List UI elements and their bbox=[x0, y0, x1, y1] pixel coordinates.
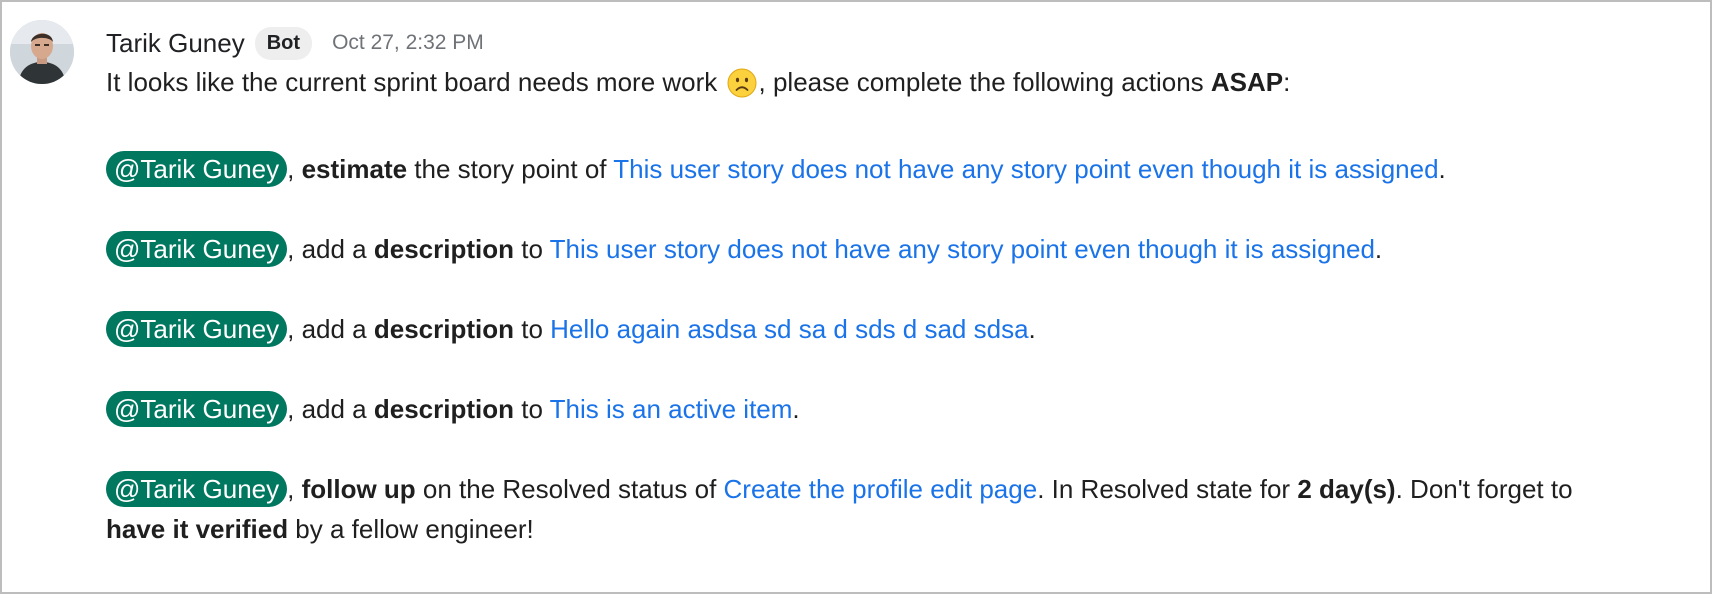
message-content: Tarik Guney Bot Oct 27, 2:32 PM It looks… bbox=[106, 24, 1694, 549]
story-link[interactable]: This user story does not have any story … bbox=[550, 234, 1375, 264]
action-item: @Tarik Guney, add a description to Hello… bbox=[106, 309, 1694, 349]
chat-message-card: Tarik Guney Bot Oct 27, 2:32 PM It looks… bbox=[0, 0, 1712, 594]
action-text: to bbox=[514, 234, 550, 264]
action-verb: description bbox=[373, 234, 514, 264]
user-photo-icon bbox=[10, 20, 74, 84]
story-link[interactable]: Hello again asdsa sd sa d sds d sad sdsa bbox=[550, 314, 1028, 344]
mention-chip[interactable]: @Tarik Guney bbox=[106, 391, 288, 427]
bot-badge: Bot bbox=[254, 26, 313, 60]
followup-emphasis: have it verified bbox=[106, 514, 289, 544]
action-item: @Tarik Guney, add a description to This … bbox=[106, 389, 1694, 429]
intro-end: : bbox=[1283, 67, 1291, 97]
action-text: the story point of bbox=[407, 154, 614, 184]
followup-verb: follow up bbox=[301, 474, 416, 504]
followup-text: , bbox=[287, 474, 302, 504]
action-verb: description bbox=[373, 314, 514, 344]
action-end: . bbox=[792, 394, 800, 424]
mention-chip[interactable]: @Tarik Guney bbox=[106, 311, 288, 347]
action-end: . bbox=[1438, 154, 1446, 184]
intro-text: It looks like the current sprint board n… bbox=[106, 67, 725, 97]
intro-emphasis: ASAP bbox=[1210, 67, 1284, 97]
message-timestamp: Oct 27, 2:32 PM bbox=[332, 31, 484, 54]
action-end: . bbox=[1028, 314, 1036, 344]
followup-text: . Don't forget to bbox=[1395, 474, 1573, 504]
action-text: , add a bbox=[287, 394, 374, 424]
avatar[interactable] bbox=[10, 20, 74, 84]
message-header: Tarik Guney Bot Oct 27, 2:32 PM bbox=[106, 24, 1694, 62]
intro-text-continued: , please complete the following actions bbox=[758, 67, 1211, 97]
frowning-face-icon bbox=[727, 68, 757, 109]
action-text: , bbox=[287, 154, 302, 184]
resolved-duration: 2 day(s) bbox=[1297, 474, 1396, 504]
followup-text: on the Resolved status of bbox=[415, 474, 724, 504]
action-verb: estimate bbox=[301, 154, 408, 184]
action-end: . bbox=[1374, 234, 1383, 264]
action-text: to bbox=[514, 314, 551, 344]
mention-chip[interactable]: @Tarik Guney bbox=[106, 471, 288, 507]
action-text: , add a bbox=[287, 314, 374, 344]
followup-item-continued: have it verified by a fellow engineer! bbox=[106, 509, 1694, 549]
action-verb: description bbox=[373, 394, 514, 424]
followup-item: @Tarik Guney, follow up on the Resolved … bbox=[106, 469, 1694, 509]
mention-chip[interactable]: @Tarik Guney bbox=[106, 151, 288, 187]
followup-end: by a fellow engineer! bbox=[288, 514, 534, 544]
story-link[interactable]: Create the profile edit page bbox=[724, 474, 1038, 504]
action-text: to bbox=[514, 394, 550, 424]
action-item: @Tarik Guney, estimate the story point o… bbox=[106, 149, 1694, 189]
mention-chip[interactable]: @Tarik Guney bbox=[106, 231, 288, 267]
intro-line: It looks like the current sprint board n… bbox=[106, 62, 1694, 109]
story-link[interactable]: This is an active item bbox=[550, 394, 793, 424]
action-item: @Tarik Guney, add a description to This … bbox=[106, 229, 1694, 269]
followup-text: . In Resolved state for bbox=[1037, 474, 1298, 504]
sender-name[interactable]: Tarik Guney bbox=[106, 28, 245, 59]
story-link[interactable]: This user story does not have any story … bbox=[613, 154, 1438, 184]
action-text: , add a bbox=[287, 234, 374, 264]
message-body: It looks like the current sprint board n… bbox=[106, 62, 1694, 549]
